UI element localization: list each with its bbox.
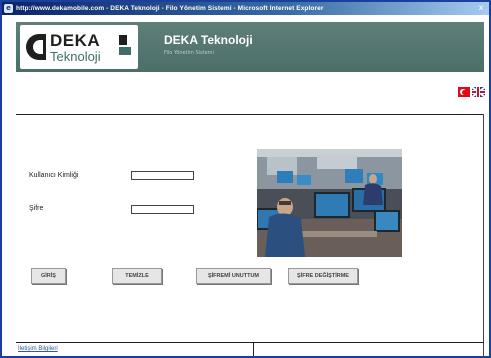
site-header: DEKA Teknoloji DEKA Teknoloji Filo Yönet…: [16, 22, 484, 72]
username-field[interactable]: [131, 171, 194, 180]
password-label: Şifre: [29, 205, 44, 212]
logo-word-deka: DEKA: [50, 31, 101, 50]
footer: İletişim Bilgileri: [16, 342, 484, 356]
logo-word-teknoloji: Teknoloji: [50, 49, 101, 64]
close-icon[interactable]: x: [476, 3, 486, 13]
english-flag-icon[interactable]: [472, 87, 485, 97]
title-bar[interactable]: e http://www.dekamobile.com - DEKA Tekno…: [2, 2, 489, 15]
contact-info-link[interactable]: İletişim Bilgileri: [18, 346, 58, 352]
change-password-button[interactable]: ŞİFRE DEĞİŞTİRME: [288, 268, 358, 284]
browser-window: e http://www.dekamobile.com - DEKA Tekno…: [0, 0, 491, 358]
logo-mark-icon: [26, 34, 46, 60]
ie-icon: e: [4, 4, 13, 13]
clear-button[interactable]: TEMİZLE: [112, 268, 162, 284]
footer-divider: [253, 343, 254, 356]
company-name: DEKA Teknoloji: [164, 33, 253, 47]
turkish-flag-icon[interactable]: [458, 87, 470, 97]
logo-bar-accent-icon: [119, 47, 131, 55]
system-subtitle: Filo Yönetim Sistemi: [164, 50, 214, 56]
content-border: [483, 114, 484, 356]
logo-bar-icon: [119, 35, 127, 45]
office-photo: [257, 149, 402, 257]
password-field[interactable]: [131, 205, 194, 214]
window-title: http://www.dekamobile.com - DEKA Teknolo…: [16, 5, 324, 12]
deka-logo: DEKA Teknoloji: [20, 25, 138, 69]
username-label: Kullanıcı Kimliği: [29, 172, 79, 179]
header-divider: [16, 114, 484, 115]
login-button[interactable]: GİRİŞ: [31, 268, 66, 284]
forgot-password-button[interactable]: ŞİFREMİ UNUTTUM: [196, 268, 271, 284]
